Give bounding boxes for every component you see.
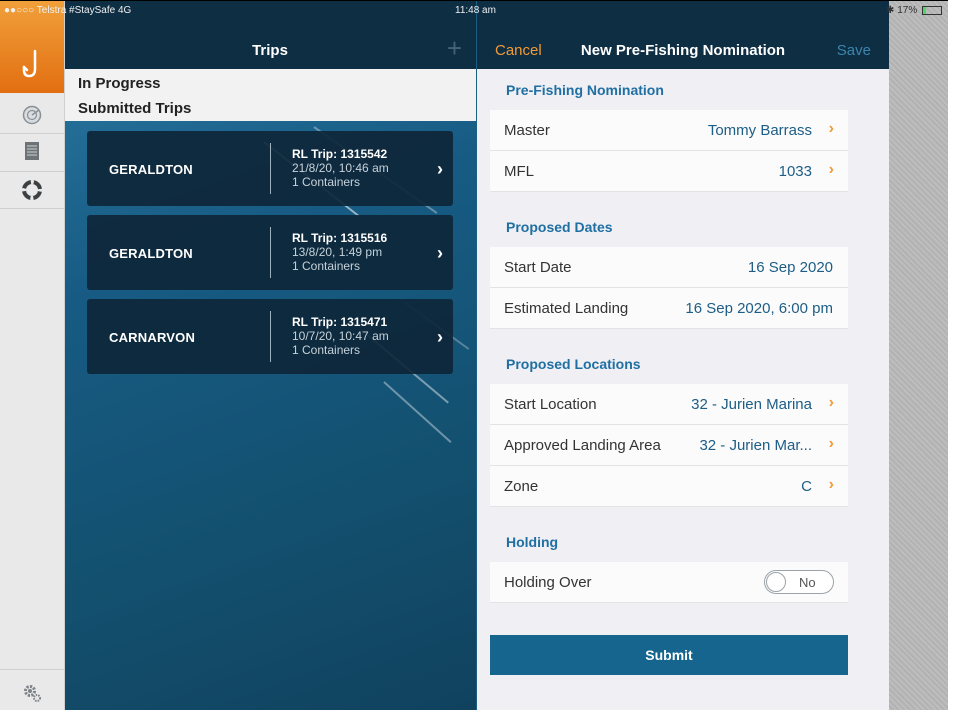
- row-label: Estimated Landing: [504, 300, 629, 317]
- battery-status: ✱ 17%: [886, 5, 942, 16]
- row-label: Start Location: [504, 396, 597, 413]
- trips-panel: Trips + In Progress Submitted Trips GERA…: [64, 1, 476, 710]
- trip-port: GERALDTON: [109, 246, 193, 261]
- fishing-hook-icon: [22, 49, 37, 78]
- form-title: New Pre-Fishing Nomination: [580, 42, 786, 59]
- lifebuoy-icon[interactable]: [22, 180, 42, 200]
- water-streak: [383, 381, 452, 443]
- radar-icon[interactable]: [22, 105, 42, 125]
- chevron-right-icon: ›: [437, 327, 443, 347]
- trip-card[interactable]: CARNARVON RL Trip: 1315471 10/7/20, 10:4…: [87, 299, 453, 374]
- trip-id: RL Trip: 1315542: [292, 147, 388, 161]
- logbook-icon[interactable]: [22, 141, 42, 161]
- save-button[interactable]: Save: [837, 42, 871, 59]
- trip-card[interactable]: GERALDTON RL Trip: 1315516 13/8/20, 1:49…: [87, 215, 453, 290]
- background-texture: [889, 1, 948, 710]
- trip-status-list: In Progress Submitted Trips: [64, 69, 476, 121]
- section-header: Proposed Locations: [506, 356, 641, 372]
- trip-containers: 1 Containers: [292, 175, 361, 189]
- holding-over-row: Holding Over No: [490, 562, 848, 603]
- trip-datetime: 21/8/20, 10:46 am: [292, 161, 389, 175]
- trip-datetime: 13/8/20, 1:49 pm: [292, 245, 383, 259]
- section-header: Pre-Fishing Nomination: [506, 82, 664, 98]
- bluetooth-icon: ✱: [886, 5, 895, 16]
- app-rail: [0, 1, 65, 710]
- submit-button[interactable]: Submit: [490, 635, 848, 675]
- trip-id: RL Trip: 1315471: [292, 315, 388, 329]
- holding-over-toggle[interactable]: No: [764, 570, 834, 594]
- card-divider: [270, 227, 271, 278]
- card-divider: [270, 311, 271, 362]
- start-location-value: 32 - Jurien Marina: [691, 396, 812, 413]
- trip-port: CARNARVON: [109, 330, 196, 345]
- chevron-right-icon: ›: [437, 243, 443, 263]
- chevron-right-icon: ›: [828, 394, 834, 411]
- row-label: Approved Landing Area: [504, 437, 661, 454]
- section-header: Proposed Dates: [506, 219, 613, 235]
- trip-containers: 1 Containers: [292, 259, 361, 273]
- landing-area-row[interactable]: Approved Landing Area 32 - Jurien Mar...…: [490, 425, 848, 466]
- trip-id: RL Trip: 1315516: [292, 231, 388, 245]
- trip-datetime: 10/7/20, 10:47 am: [292, 329, 389, 343]
- rail-divider: [0, 133, 64, 134]
- start-date-value: 16 Sep 2020: [747, 259, 833, 276]
- estimated-landing-value: 16 Sep 2020, 6:00 pm: [685, 300, 833, 317]
- master-row[interactable]: Master Tommy Barrass ›: [490, 110, 848, 151]
- master-value: Tommy Barrass: [707, 122, 812, 139]
- chevron-right-icon: ›: [828, 476, 834, 493]
- battery-percent: 17%: [897, 5, 918, 16]
- chevron-right-icon: ›: [828, 435, 834, 452]
- zone-row[interactable]: Zone C ›: [490, 466, 848, 507]
- row-label: Master: [504, 122, 550, 139]
- row-label: Holding Over: [504, 574, 592, 591]
- trip-info: RL Trip: 1315542 21/8/20, 10:46 am 1 Con…: [292, 147, 389, 189]
- row-label: Zone: [504, 478, 539, 495]
- section-header: Holding: [506, 534, 559, 550]
- estimated-landing-row[interactable]: Estimated Landing 16 Sep 2020, 6:00 pm: [490, 288, 848, 329]
- carrier-text: ●●○○○ Telstra #StaySafe 4G: [4, 5, 132, 16]
- status-bar: ●●○○○ Telstra #StaySafe 4G 11:48 am ✱ 17…: [0, 1, 948, 19]
- landing-area-value: 32 - Jurien Mar...: [699, 437, 812, 454]
- trip-card[interactable]: GERALDTON RL Trip: 1315542 21/8/20, 10:4…: [87, 131, 453, 206]
- submitted-trips-tab[interactable]: Submitted Trips: [78, 100, 191, 117]
- trip-containers: 1 Containers: [292, 343, 361, 357]
- row-label: MFL: [504, 163, 534, 180]
- start-date-row[interactable]: Start Date 16 Sep 2020: [490, 247, 848, 288]
- clock: 11:48 am: [455, 5, 496, 16]
- battery-icon: [922, 5, 942, 15]
- trip-info: RL Trip: 1315471 10/7/20, 10:47 am 1 Con…: [292, 315, 389, 357]
- nomination-form: Cancel New Pre-Fishing Nomination Save P…: [477, 1, 889, 710]
- start-location-row[interactable]: Start Location 32 - Jurien Marina ›: [490, 384, 848, 425]
- in-progress-tab[interactable]: In Progress: [78, 75, 161, 92]
- card-divider: [270, 143, 271, 194]
- ipad-screen: ●●○○○ Telstra #StaySafe 4G 11:48 am ✱ 17…: [0, 0, 948, 710]
- zone-value: C: [801, 478, 812, 495]
- plus-icon[interactable]: +: [447, 35, 462, 61]
- mfl-value: 1033: [778, 163, 812, 180]
- rail-divider: [0, 171, 64, 172]
- toggle-knob: [766, 572, 786, 592]
- chevron-right-icon: ›: [437, 159, 443, 179]
- settings-gears-icon[interactable]: [22, 683, 42, 703]
- trip-info: RL Trip: 1315516 13/8/20, 1:49 pm 1 Cont…: [292, 231, 387, 273]
- row-label: Start Date: [504, 259, 572, 276]
- rail-divider: [0, 669, 64, 670]
- mfl-row[interactable]: MFL 1033 ›: [490, 151, 848, 192]
- rail-divider: [0, 208, 64, 209]
- chevron-right-icon: ›: [828, 161, 834, 178]
- toggle-state: No: [799, 575, 816, 590]
- trips-title: Trips: [252, 42, 288, 59]
- chevron-right-icon: ›: [828, 120, 834, 137]
- trip-port: GERALDTON: [109, 162, 193, 177]
